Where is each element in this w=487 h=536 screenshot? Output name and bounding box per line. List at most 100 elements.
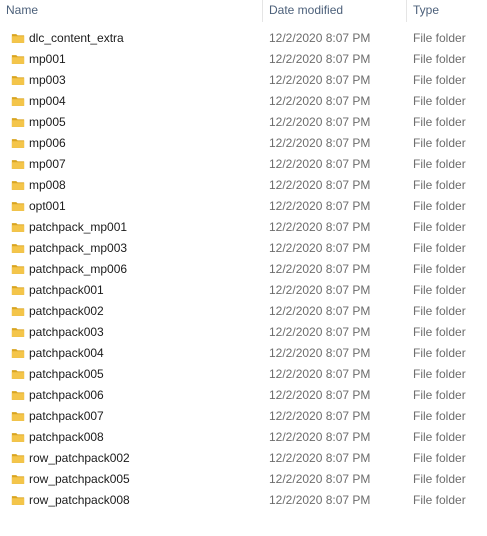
file-date-modified: 12/2/2020 8:07 PM [269, 430, 371, 444]
folder-icon [11, 286, 25, 295]
file-type: File folder [413, 136, 466, 150]
folder-icon [11, 328, 25, 337]
file-date-modified: 12/2/2020 8:07 PM [269, 115, 371, 129]
file-name: row_patchpack008 [29, 493, 130, 507]
file-type: File folder [413, 262, 466, 276]
file-date-modified: 12/2/2020 8:07 PM [269, 157, 371, 171]
file-row[interactable]: patchpack_mp003 12/2/2020 8:07 PM File f… [0, 238, 487, 259]
file-type: File folder [413, 52, 466, 66]
file-type: File folder [413, 493, 466, 507]
file-date-modified: 12/2/2020 8:07 PM [269, 178, 371, 192]
file-row[interactable]: patchpack004 12/2/2020 8:07 PM File fold… [0, 343, 487, 364]
file-row[interactable]: row_patchpack005 12/2/2020 8:07 PM File … [0, 469, 487, 490]
file-name: patchpack007 [29, 409, 104, 423]
file-row[interactable]: mp006 12/2/2020 8:07 PM File folder [0, 133, 487, 154]
column-header-name[interactable]: Name [0, 0, 262, 22]
file-type: File folder [413, 304, 466, 318]
file-type: File folder [413, 94, 466, 108]
file-row[interactable]: patchpack005 12/2/2020 8:07 PM File fold… [0, 364, 487, 385]
file-date-modified: 12/2/2020 8:07 PM [269, 493, 371, 507]
file-name: mp001 [29, 52, 66, 66]
file-row[interactable]: mp001 12/2/2020 8:07 PM File folder [0, 49, 487, 70]
file-row[interactable]: patchpack_mp006 12/2/2020 8:07 PM File f… [0, 259, 487, 280]
file-row[interactable]: patchpack003 12/2/2020 8:07 PM File fold… [0, 322, 487, 343]
folder-icon [11, 265, 25, 274]
file-date-modified: 12/2/2020 8:07 PM [269, 451, 371, 465]
file-date-modified: 12/2/2020 8:07 PM [269, 346, 371, 360]
file-date-modified: 12/2/2020 8:07 PM [269, 367, 371, 381]
file-name: patchpack006 [29, 388, 104, 402]
file-row[interactable]: row_patchpack008 12/2/2020 8:07 PM File … [0, 490, 487, 511]
file-name: row_patchpack002 [29, 451, 130, 465]
folder-icon [11, 475, 25, 484]
file-date-modified: 12/2/2020 8:07 PM [269, 31, 371, 45]
file-date-modified: 12/2/2020 8:07 PM [269, 304, 371, 318]
file-date-modified: 12/2/2020 8:07 PM [269, 409, 371, 423]
file-type: File folder [413, 409, 466, 423]
file-name: patchpack003 [29, 325, 104, 339]
file-list: dlc_content_extra 12/2/2020 8:07 PM File… [0, 28, 487, 511]
file-date-modified: 12/2/2020 8:07 PM [269, 199, 371, 213]
file-type: File folder [413, 472, 466, 486]
folder-icon [11, 76, 25, 85]
folder-icon [11, 34, 25, 43]
file-name: patchpack005 [29, 367, 104, 381]
file-name: patchpack_mp003 [29, 241, 128, 255]
file-row[interactable]: patchpack006 12/2/2020 8:07 PM File fold… [0, 385, 487, 406]
file-type: File folder [413, 367, 466, 381]
file-row[interactable]: patchpack_mp001 12/2/2020 8:07 PM File f… [0, 217, 487, 238]
file-row[interactable]: dlc_content_extra 12/2/2020 8:07 PM File… [0, 28, 487, 49]
file-type: File folder [413, 157, 466, 171]
file-name: opt001 [29, 199, 66, 213]
file-name: patchpack001 [29, 283, 104, 297]
column-header-bar: Name Date modified Type [0, 0, 487, 22]
file-name: patchpack008 [29, 430, 104, 444]
file-date-modified: 12/2/2020 8:07 PM [269, 262, 371, 276]
file-name: mp005 [29, 115, 66, 129]
file-name: patchpack_mp001 [29, 220, 128, 234]
file-row[interactable]: patchpack007 12/2/2020 8:07 PM File fold… [0, 406, 487, 427]
file-type: File folder [413, 220, 466, 234]
file-row[interactable]: row_patchpack002 12/2/2020 8:07 PM File … [0, 448, 487, 469]
column-header-type[interactable]: Type [407, 0, 487, 22]
file-row[interactable]: mp005 12/2/2020 8:07 PM File folder [0, 112, 487, 133]
folder-icon [11, 139, 25, 148]
file-type: File folder [413, 346, 466, 360]
column-header-date-modified[interactable]: Date modified [263, 0, 406, 22]
folder-icon [11, 454, 25, 463]
file-row[interactable]: patchpack008 12/2/2020 8:07 PM File fold… [0, 427, 487, 448]
file-row[interactable]: mp003 12/2/2020 8:07 PM File folder [0, 70, 487, 91]
folder-icon [11, 349, 25, 358]
file-date-modified: 12/2/2020 8:07 PM [269, 241, 371, 255]
file-row[interactable]: opt001 12/2/2020 8:07 PM File folder [0, 196, 487, 217]
file-type: File folder [413, 31, 466, 45]
file-row[interactable]: mp004 12/2/2020 8:07 PM File folder [0, 91, 487, 112]
folder-icon [11, 160, 25, 169]
folder-icon [11, 223, 25, 232]
file-type: File folder [413, 451, 466, 465]
folder-icon [11, 370, 25, 379]
file-row[interactable]: mp008 12/2/2020 8:07 PM File folder [0, 175, 487, 196]
file-row[interactable]: mp007 12/2/2020 8:07 PM File folder [0, 154, 487, 175]
folder-icon [11, 55, 25, 64]
file-type: File folder [413, 388, 466, 402]
file-type: File folder [413, 430, 466, 444]
file-type: File folder [413, 241, 466, 255]
file-name: mp007 [29, 157, 66, 171]
file-name: mp004 [29, 94, 66, 108]
file-row[interactable]: patchpack002 12/2/2020 8:07 PM File fold… [0, 301, 487, 322]
folder-icon [11, 391, 25, 400]
file-date-modified: 12/2/2020 8:07 PM [269, 472, 371, 486]
file-row[interactable]: patchpack001 12/2/2020 8:07 PM File fold… [0, 280, 487, 301]
file-date-modified: 12/2/2020 8:07 PM [269, 73, 371, 87]
folder-icon [11, 118, 25, 127]
file-type: File folder [413, 283, 466, 297]
folder-icon [11, 244, 25, 253]
file-date-modified: 12/2/2020 8:07 PM [269, 283, 371, 297]
file-type: File folder [413, 115, 466, 129]
folder-icon [11, 412, 25, 421]
file-date-modified: 12/2/2020 8:07 PM [269, 52, 371, 66]
file-date-modified: 12/2/2020 8:07 PM [269, 136, 371, 150]
folder-icon [11, 181, 25, 190]
file-date-modified: 12/2/2020 8:07 PM [269, 325, 371, 339]
